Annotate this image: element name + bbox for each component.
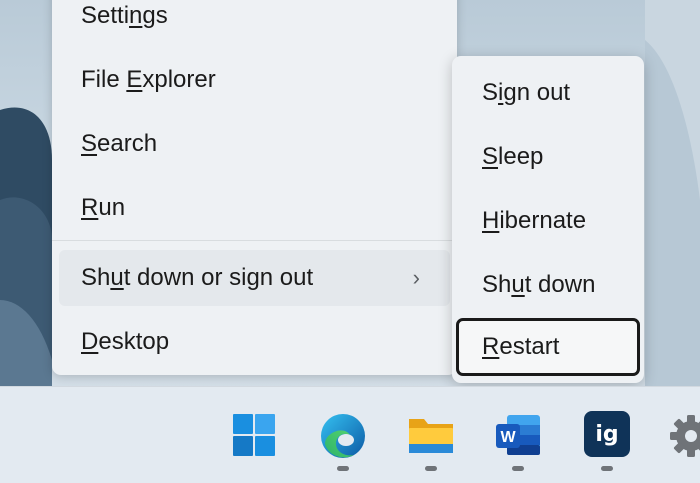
menu-item-label: Run — [81, 194, 126, 221]
edge-browser-icon — [321, 414, 365, 458]
submenu-item-label: Sleep — [482, 143, 544, 170]
file-explorer-taskbar-button[interactable] — [404, 411, 458, 471]
submenu-item-label: Shut down — [482, 271, 596, 298]
menu-item-label: Shut down or sign out — [81, 264, 314, 291]
submenu-item-hibernate[interactable]: Hibernate — [456, 192, 640, 250]
word-letter: W — [500, 429, 516, 446]
submenu-item-shut-down[interactable]: Shut down — [456, 256, 640, 314]
settings-taskbar-button[interactable] — [666, 411, 700, 463]
menu-item-shut-down-or-sign-out[interactable]: Shut down or sign out › — [59, 250, 450, 306]
word-icon: W — [496, 415, 540, 455]
menu-item-file-explorer[interactable]: File Explorer — [59, 52, 450, 108]
running-indicator — [337, 466, 349, 471]
ig-app-text: ig — [595, 422, 618, 447]
menu-item-label: Search — [81, 130, 158, 157]
start-button[interactable] — [227, 411, 281, 463]
submenu-item-label: Sign out — [482, 79, 571, 106]
submenu-item-sign-out[interactable]: Sign out — [456, 64, 640, 122]
submenu-item-label: Hibernate — [482, 207, 587, 234]
menu-item-label: File Explorer — [81, 66, 216, 93]
taskbar: W ig — [0, 386, 700, 483]
menu-item-desktop[interactable]: Desktop — [59, 314, 450, 370]
file-explorer-icon — [409, 419, 453, 453]
menu-item-search[interactable]: Search — [59, 116, 450, 172]
menu-item-run[interactable]: Run — [59, 180, 450, 236]
submenu-item-label: Restart — [482, 333, 560, 360]
submenu-item-restart[interactable]: Restart — [456, 318, 640, 376]
menu-item-label: Desktop — [81, 328, 170, 355]
word-taskbar-button[interactable]: W — [491, 411, 545, 471]
edge-taskbar-button[interactable] — [316, 411, 370, 471]
settings-gear-icon — [670, 415, 700, 457]
winx-context-menu: Settings File Explorer Search Run Shut d… — [52, 0, 457, 375]
chevron-right-icon: › — [412, 265, 420, 290]
running-indicator — [601, 466, 613, 471]
menu-item-label: Settings — [81, 2, 168, 29]
menu-item-settings[interactable]: Settings — [59, 0, 450, 44]
shutdown-submenu: Sign out Sleep Hibernate Shut down Resta… — [452, 56, 644, 383]
submenu-item-sleep[interactable]: Sleep — [456, 128, 640, 186]
ig-app-taskbar-button[interactable]: ig — [580, 411, 634, 471]
menu-separator — [52, 240, 457, 241]
running-indicator — [512, 466, 524, 471]
windows-start-icon — [233, 414, 275, 456]
ig-app-icon: ig — [584, 411, 630, 457]
running-indicator — [425, 466, 437, 471]
